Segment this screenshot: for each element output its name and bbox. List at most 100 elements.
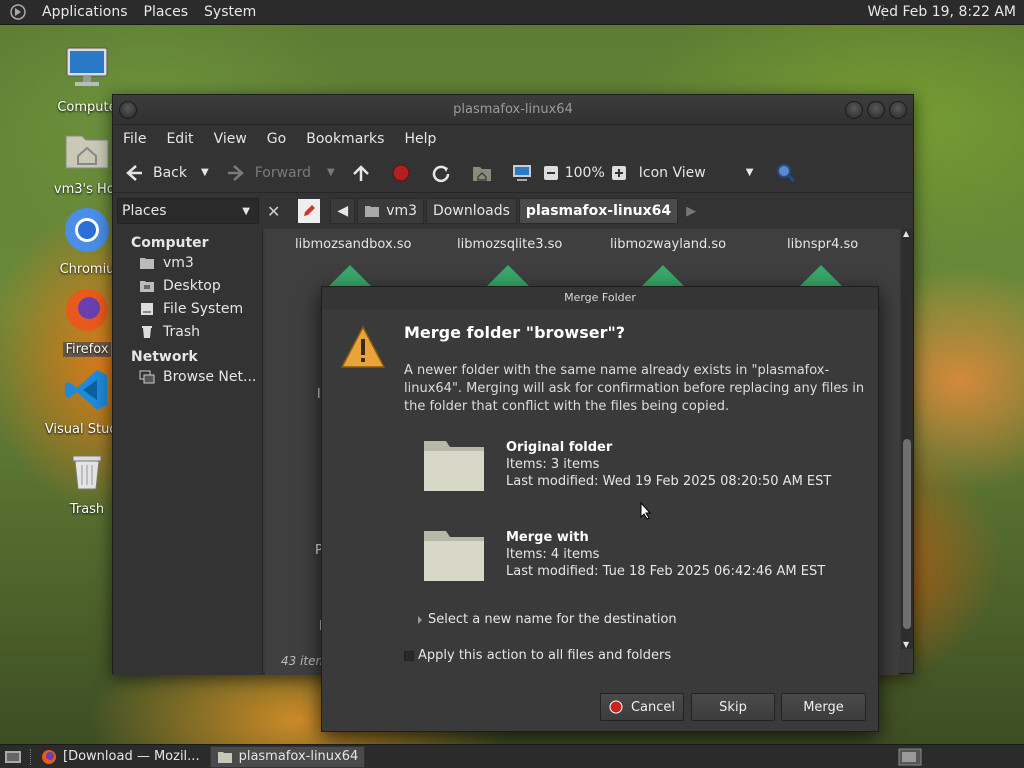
location-bar: Places ▼ ✕ ◀ vm3 Downloads plasmafox-lin… <box>113 193 913 229</box>
view-mode-select[interactable]: Icon View ▼ <box>639 165 754 181</box>
breadcrumb-vm3[interactable]: vm3 <box>357 198 425 224</box>
folder-icon <box>424 441 484 491</box>
workspace-switcher-icon[interactable] <box>898 748 922 766</box>
back-button[interactable]: Back <box>123 162 187 184</box>
trash-icon <box>142 326 152 338</box>
toolbar: Back ▼ Forward ▼ 100% Icon View ▼ <box>113 153 913 193</box>
menu-bookmarks[interactable]: Bookmarks <box>296 131 394 147</box>
close-button[interactable] <box>889 101 907 119</box>
minimize-button[interactable] <box>845 101 863 119</box>
places-selector[interactable]: Places ▼ <box>117 198 259 224</box>
top-panel: Applications Places System Wed Feb 19, 8… <box>0 0 1024 25</box>
scroll-up-arrow[interactable]: ▲ <box>903 229 909 238</box>
cancel-icon <box>609 700 623 714</box>
vertical-scrollbar[interactable]: ▲ ▼ <box>901 229 913 649</box>
merge-with-name: Merge with <box>506 530 589 545</box>
places-menu[interactable]: Places <box>136 4 197 20</box>
firefox-icon <box>66 289 108 331</box>
checkbox-box[interactable] <box>404 650 414 661</box>
vscode-icon <box>65 370 107 410</box>
zoom-out-button[interactable] <box>543 165 559 181</box>
maximize-button[interactable] <box>867 101 885 119</box>
home-folder-icon <box>65 135 109 169</box>
scroll-down-arrow[interactable]: ▼ <box>903 640 909 649</box>
apply-all-checkbox[interactable]: Apply this action to all files and folde… <box>404 648 671 663</box>
window-titlebar[interactable]: plasmafox-linux64 <box>113 95 913 125</box>
skip-button[interactable]: Skip <box>691 693 775 721</box>
reload-button[interactable] <box>431 163 451 183</box>
dialog-title[interactable]: Merge Folder <box>322 287 878 309</box>
file-item-label[interactable]: libmozsqlite3.so <box>457 237 562 252</box>
sidebar-item-vm3[interactable]: vm3 <box>113 251 262 274</box>
menu-view[interactable]: View <box>204 131 257 147</box>
stop-button[interactable] <box>391 163 411 183</box>
merge-with-modified: Last modified: Tue 18 Feb 2025 06:42:46 … <box>506 564 826 579</box>
close-sidebar-icon[interactable]: ✕ <box>267 202 280 221</box>
sidebar-item-desktop[interactable]: Desktop <box>113 274 262 297</box>
show-desktop-icon[interactable] <box>4 749 22 765</box>
menu-file[interactable]: File <box>113 131 156 147</box>
taskbar-item-file-manager[interactable]: plasmafox-linux64 <box>209 745 366 768</box>
folder-icon <box>424 531 484 581</box>
up-arrow-icon <box>352 164 369 181</box>
rename-expander[interactable]: Select a new name for the destination <box>418 612 677 627</box>
sidebar-heading-computer: Computer <box>131 235 209 251</box>
original-folder-items: Items: 3 items <box>506 457 600 472</box>
sidebar-item-trash[interactable]: Trash <box>113 320 262 343</box>
menu-help[interactable]: Help <box>394 131 446 147</box>
breadcrumb-back-arrow[interactable]: ◀ <box>330 198 356 224</box>
forward-button[interactable]: Forward <box>225 162 311 184</box>
breadcrumb-forward-arrow[interactable]: ▶ <box>686 204 696 219</box>
menubar: File Edit View Go Bookmarks Help <box>113 125 913 153</box>
home-folder-icon <box>140 258 154 269</box>
system-menu[interactable]: System <box>196 4 264 20</box>
chevron-down-icon: ▼ <box>745 167 754 178</box>
file-icon[interactable] <box>328 265 372 287</box>
window-menu-button[interactable] <box>119 101 137 119</box>
file-item-label[interactable]: libnspr4.so <box>787 237 858 252</box>
up-button[interactable] <box>351 163 371 183</box>
menu-edit[interactable]: Edit <box>156 131 203 147</box>
scroll-thumb[interactable] <box>903 439 911 629</box>
search-icon <box>777 163 796 182</box>
file-item-label[interactable]: libmozwayland.so <box>610 237 726 252</box>
search-button[interactable] <box>775 162 797 184</box>
applications-menu[interactable]: Applications <box>34 4 136 20</box>
breadcrumb-downloads[interactable]: Downloads <box>426 198 517 224</box>
merge-button[interactable]: Merge <box>781 693 866 721</box>
breadcrumb-current[interactable]: plasmafox-linux64 <box>518 198 679 224</box>
original-folder-info: Original folder Items: 3 items Last modi… <box>422 437 842 507</box>
cancel-button[interactable]: Cancel <box>600 693 684 721</box>
zoom-in-icon <box>611 165 626 180</box>
file-icon[interactable] <box>641 265 685 287</box>
distro-logo-icon[interactable] <box>8 3 28 21</box>
chevron-down-icon: ▼ <box>242 205 250 217</box>
sidebar-item-browse-network[interactable]: Browse Net... <box>113 365 262 388</box>
zoom-in-button[interactable] <box>611 165 627 181</box>
file-icon[interactable] <box>486 265 530 287</box>
forward-history-dropdown[interactable]: ▼ <box>327 167 335 178</box>
back-history-dropdown[interactable]: ▼ <box>201 167 209 178</box>
network-icon <box>139 370 155 384</box>
clock[interactable]: Wed Feb 19, 8:22 AM <box>868 4 1016 20</box>
home-icon <box>472 166 491 181</box>
home-button[interactable] <box>471 163 493 183</box>
computer-button[interactable] <box>511 163 533 183</box>
toggle-location-entry-button[interactable] <box>298 199 321 223</box>
edit-icon <box>304 205 316 216</box>
panel-separator <box>30 748 31 765</box>
merge-with-folder-info: Merge with Items: 4 items Last modified:… <box>422 527 842 597</box>
window-title: plasmafox-linux64 <box>453 102 573 117</box>
menu-go[interactable]: Go <box>257 131 296 147</box>
sidebar-item-file-system[interactable]: File System <box>113 297 262 320</box>
places-sidebar: Computer vm3 Desktop File System Trash N… <box>113 229 263 675</box>
desktop-icon <box>140 281 154 292</box>
home-folder-small-icon <box>365 206 380 217</box>
zoom-level[interactable]: 100% <box>565 165 605 181</box>
dialog-heading: Merge folder "browser"? <box>404 323 626 342</box>
file-item-label[interactable]: libmozsandbox.so <box>295 237 412 252</box>
taskbar-item-firefox[interactable]: [Download — Mozil... <box>35 746 206 768</box>
file-icon[interactable] <box>799 265 843 287</box>
forward-arrow-icon <box>225 162 247 184</box>
warning-icon <box>340 325 386 368</box>
